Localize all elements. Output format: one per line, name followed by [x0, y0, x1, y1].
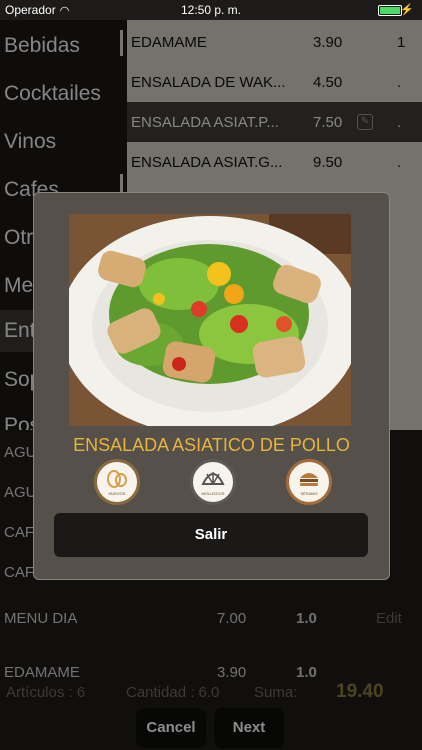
- sesame-icon: [300, 473, 318, 486]
- clock: 12:50 p. m.: [180, 3, 242, 17]
- dish-photo: [69, 214, 351, 426]
- shell-icon: [201, 472, 225, 485]
- dish-title: ENSALADA ASIATICO DE POLLO: [73, 435, 350, 455]
- salad-image: [69, 214, 351, 426]
- allergen-moluscos: MOLUSCOS: [190, 459, 236, 505]
- dish-detail-modal: ENSALADA ASIATICO DE POLLO HUEVOS MOLUSC…: [33, 192, 390, 580]
- battery-icon: [378, 5, 402, 16]
- egg-icon: [107, 470, 127, 488]
- allergen-sesamo: SÉSAMO: [286, 459, 332, 505]
- allergen-huevos: HUEVOS: [94, 459, 140, 505]
- charging-icon: ⚡: [400, 4, 414, 16]
- exit-button[interactable]: Salir: [54, 513, 368, 557]
- status-bar: Operador ◠ 12:50 p. m. ⚡: [0, 0, 422, 20]
